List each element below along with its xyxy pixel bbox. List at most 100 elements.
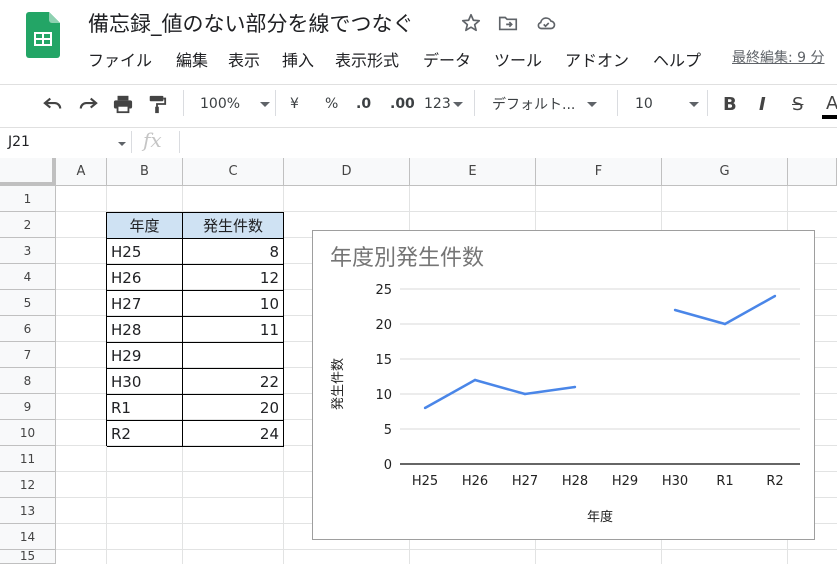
- table-cell[interactable]: 24: [183, 421, 284, 447]
- column-header[interactable]: C: [183, 158, 284, 186]
- data-point[interactable]: [423, 406, 427, 410]
- row-header[interactable]: 15: [0, 550, 56, 564]
- table-cell[interactable]: 12: [183, 265, 284, 291]
- paint-format-icon[interactable]: [147, 93, 167, 115]
- bold-button[interactable]: B: [723, 93, 737, 115]
- column-header[interactable]: E: [410, 158, 536, 186]
- row-header[interactable]: 14: [0, 524, 56, 550]
- data-point[interactable]: [773, 294, 777, 298]
- font-select[interactable]: デフォルト...: [492, 93, 598, 115]
- table-cell[interactable]: H26: [107, 265, 183, 291]
- table-cell[interactable]: H25: [107, 239, 183, 265]
- data-point[interactable]: [523, 392, 527, 396]
- select-all-corner[interactable]: [0, 158, 56, 186]
- menu-tools[interactable]: ツール: [494, 47, 542, 71]
- currency-format-button[interactable]: ¥: [290, 93, 299, 115]
- x-tick-label: H30: [662, 474, 688, 489]
- table-cell[interactable]: H29: [107, 343, 183, 369]
- y-tick-label: 20: [375, 318, 392, 333]
- font-size-select[interactable]: 10: [635, 93, 699, 115]
- number-format-select[interactable]: 123: [424, 93, 463, 115]
- decrease-decimal-button[interactable]: .0: [356, 93, 371, 115]
- x-tick-label: H25: [412, 474, 438, 489]
- data-point[interactable]: [573, 385, 577, 389]
- menu-edit[interactable]: 編集: [176, 47, 208, 71]
- menu-format[interactable]: 表示形式: [335, 47, 399, 71]
- data-point[interactable]: [473, 378, 477, 382]
- text-color-label: A: [826, 93, 837, 114]
- row-header[interactable]: 7: [0, 342, 56, 368]
- document-title[interactable]: 備忘録_値のない部分を線でつなぐ: [88, 8, 414, 38]
- column-header[interactable]: D: [284, 158, 410, 186]
- table-header-cell[interactable]: 年度: [107, 213, 183, 239]
- column-header[interactable]: F: [536, 158, 662, 186]
- table-header-cell[interactable]: 発生件数: [183, 213, 284, 239]
- last-edit-link[interactable]: 最終編集: 9 分: [732, 47, 825, 67]
- increase-decimal-button[interactable]: .00: [390, 93, 415, 115]
- menu-insert[interactable]: 挿入: [282, 47, 314, 71]
- move-to-folder-icon[interactable]: [497, 12, 519, 34]
- table-cell[interactable]: 11: [183, 317, 284, 343]
- sheets-logo-icon[interactable]: [26, 12, 60, 58]
- function-icon: fx: [143, 128, 162, 152]
- row-header[interactable]: 3: [0, 238, 56, 264]
- row-header[interactable]: 11: [0, 446, 56, 472]
- table-cell[interactable]: R1: [107, 395, 183, 421]
- text-color-swatch: [822, 115, 837, 119]
- font-size-value: 10: [635, 96, 653, 112]
- zoom-select[interactable]: 100%: [200, 93, 271, 115]
- x-tick-label: H26: [462, 474, 488, 489]
- column-header[interactable]: [788, 158, 837, 186]
- italic-button[interactable]: I: [759, 93, 766, 115]
- row-header[interactable]: 1: [0, 186, 56, 212]
- row-header[interactable]: 10: [0, 420, 56, 446]
- row-header[interactable]: 5: [0, 290, 56, 316]
- table-cell[interactable]: 8: [183, 239, 284, 265]
- menu-addons[interactable]: アドオン: [565, 47, 629, 71]
- column-header[interactable]: G: [662, 158, 788, 186]
- menu-help[interactable]: ヘルプ: [653, 47, 701, 71]
- row-header[interactable]: 6: [0, 316, 56, 342]
- cloud-saved-icon[interactable]: [535, 12, 557, 34]
- column-header[interactable]: B: [107, 158, 183, 186]
- data-point[interactable]: [673, 308, 677, 312]
- row-header[interactable]: 4: [0, 264, 56, 290]
- menu-file[interactable]: ファイル: [88, 47, 152, 71]
- menu-view[interactable]: 表示: [228, 47, 260, 71]
- x-tick-label: R1: [716, 474, 733, 489]
- row-header[interactable]: 8: [0, 368, 56, 394]
- chart-title: 年度別発生件数: [330, 246, 484, 271]
- chevron-down-icon: [260, 101, 271, 107]
- percent-format-button[interactable]: %: [325, 93, 338, 115]
- row-header[interactable]: 2: [0, 212, 56, 238]
- font-name: デフォルト...: [492, 97, 576, 113]
- formula-input[interactable]: [186, 131, 826, 153]
- text-color-button[interactable]: A: [826, 93, 837, 115]
- column-header[interactable]: A: [56, 158, 107, 186]
- table-cell[interactable]: R2: [107, 421, 183, 447]
- row-header[interactable]: 9: [0, 394, 56, 420]
- table-cell[interactable]: [183, 343, 284, 369]
- menu-data[interactable]: データ: [423, 47, 471, 71]
- y-tick-label: 0: [384, 458, 392, 473]
- y-tick-label: 15: [375, 353, 392, 368]
- table-cell[interactable]: 10: [183, 291, 284, 317]
- name-box[interactable]: J21: [8, 134, 30, 150]
- table-cell[interactable]: H28: [107, 317, 183, 343]
- star-icon[interactable]: [460, 12, 482, 34]
- row-header[interactable]: 13: [0, 498, 56, 524]
- redo-icon[interactable]: [77, 93, 99, 115]
- row-header[interactable]: 12: [0, 472, 56, 498]
- table-cell[interactable]: H27: [107, 291, 183, 317]
- undo-icon[interactable]: [42, 93, 64, 115]
- table-cell[interactable]: H30: [107, 369, 183, 395]
- print-icon[interactable]: [112, 93, 134, 115]
- series-line[interactable]: [674, 294, 776, 326]
- x-tick-label: R2: [766, 474, 783, 489]
- zoom-value: 100%: [200, 96, 241, 112]
- strikethrough-button[interactable]: S: [792, 93, 803, 115]
- table-cell[interactable]: 22: [183, 369, 284, 395]
- data-point[interactable]: [723, 322, 727, 326]
- table-cell[interactable]: 20: [183, 395, 284, 421]
- chevron-down-icon[interactable]: [118, 142, 126, 146]
